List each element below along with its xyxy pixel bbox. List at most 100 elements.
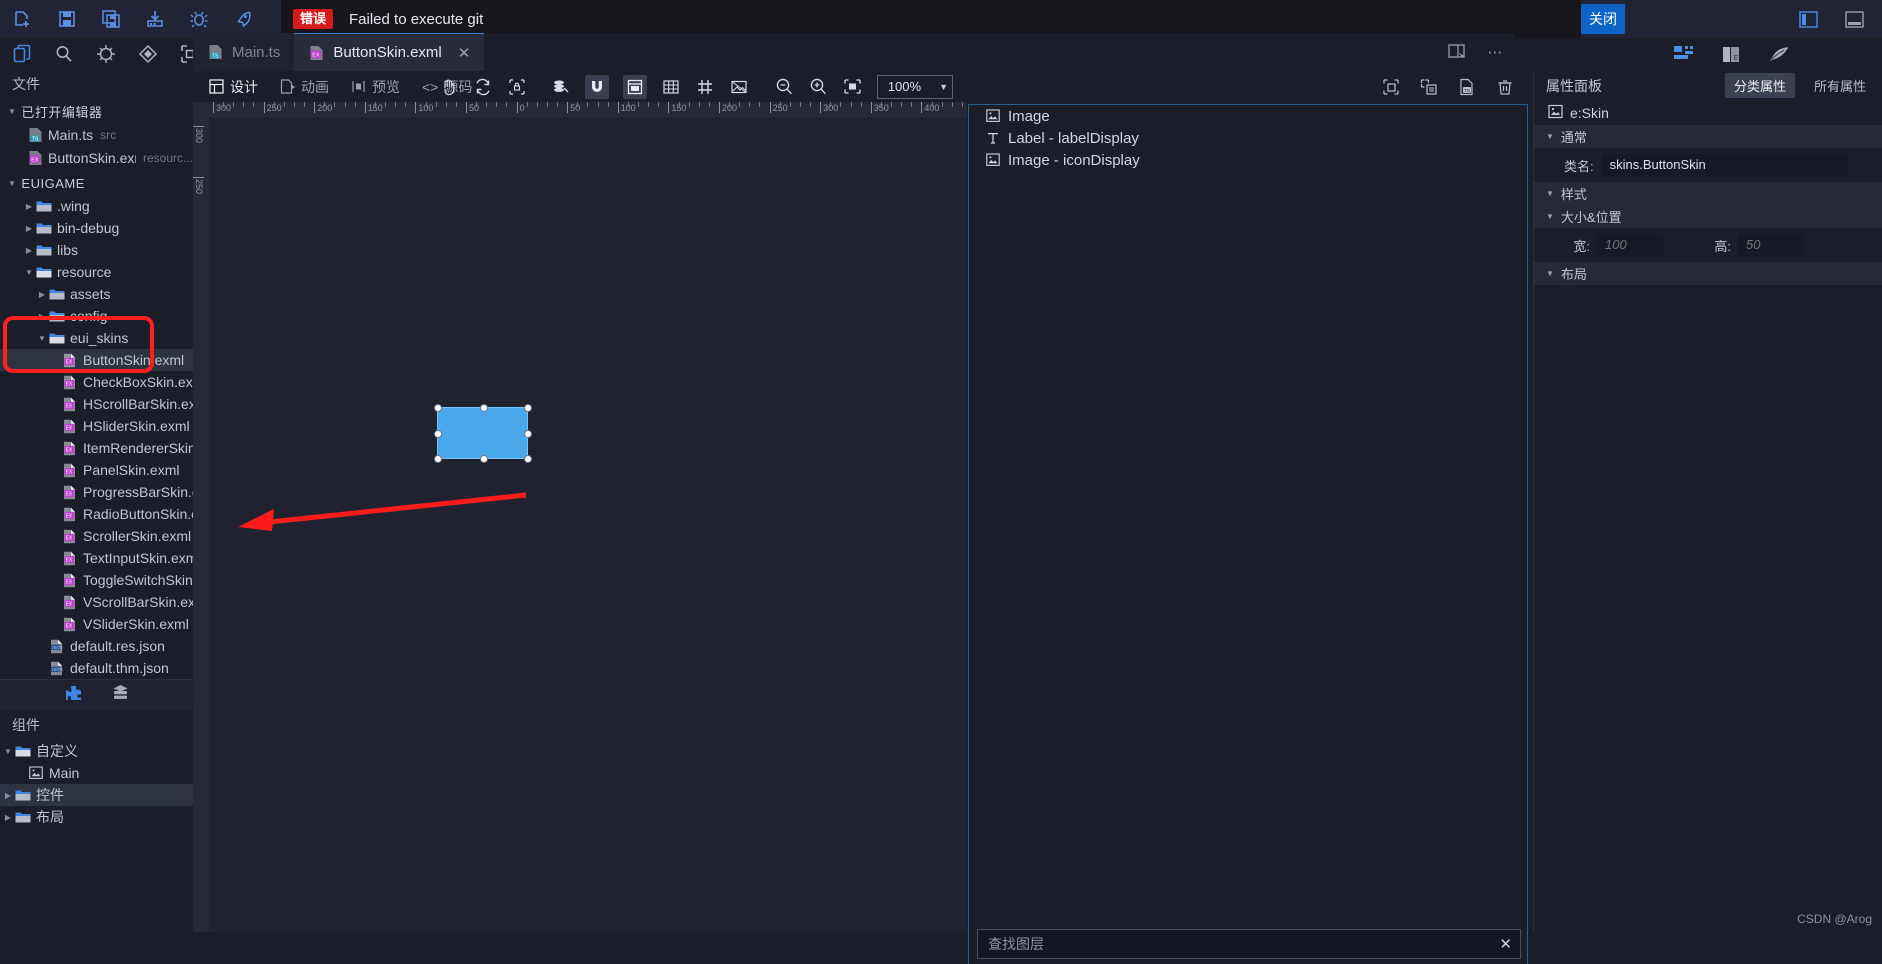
toggle-panel-icon[interactable] bbox=[1796, 9, 1820, 29]
pixel-grid-icon[interactable] bbox=[695, 77, 715, 97]
clear-search-icon[interactable]: ✕ bbox=[1499, 935, 1512, 953]
tree-item-panelskin.exml[interactable]: EX PanelSkin.exml bbox=[0, 459, 193, 481]
tree-item-[interactable]: ▼ 自定义 bbox=[0, 740, 193, 762]
layout-icon[interactable] bbox=[1672, 44, 1694, 66]
zoom-out-icon[interactable] bbox=[775, 77, 795, 97]
resize-handle[interactable] bbox=[434, 404, 442, 412]
refresh-icon[interactable] bbox=[473, 77, 493, 97]
chevron-down-icon[interactable]: ▼ bbox=[23, 268, 35, 277]
publish-icon[interactable] bbox=[144, 8, 166, 30]
align-guide-icon[interactable] bbox=[622, 74, 647, 99]
split-editor-icon[interactable] bbox=[1447, 42, 1467, 62]
chevron-right-icon[interactable]: ▶ bbox=[23, 246, 35, 255]
hand-tool-icon[interactable] bbox=[439, 77, 459, 97]
resize-handle[interactable] bbox=[479, 455, 488, 463]
server-icon[interactable] bbox=[111, 684, 130, 706]
layer-item[interactable]: Label - labelDisplay bbox=[969, 127, 1527, 149]
tree-item-[interactable]: ▶ 布局 bbox=[0, 806, 193, 828]
tree-item-progressbarskin.exml[interactable]: EX ProgressBarSkin.exml bbox=[0, 481, 193, 503]
create-ts-class-icon[interactable]: TS bbox=[1457, 77, 1477, 97]
resize-handle[interactable] bbox=[479, 404, 488, 412]
tree-item-buttonskin.exml[interactable]: EX ButtonSkin.exml bbox=[0, 349, 193, 371]
tab-category-properties[interactable]: 分类属性 bbox=[1724, 73, 1795, 98]
opened-editor-main-ts[interactable]: TS Main.ts src bbox=[0, 123, 193, 146]
source-control-icon[interactable] bbox=[138, 43, 158, 65]
fit-screen-icon[interactable] bbox=[843, 77, 863, 97]
tree-item-vscrollbarskin.exml[interactable]: EX VScrollBarSkin.exml bbox=[0, 591, 193, 613]
tree-item-assets[interactable]: ▶ assets bbox=[0, 283, 193, 305]
section-layout[interactable]: ▼ 布局 bbox=[1534, 262, 1882, 285]
run-icon[interactable] bbox=[232, 8, 254, 30]
project-header[interactable]: ▼ EUIGAME bbox=[0, 171, 193, 195]
section-style[interactable]: ▼ 样式 bbox=[1534, 182, 1882, 205]
tab-main-ts[interactable]: TS Main.ts bbox=[193, 33, 295, 71]
layer-item[interactable]: Image - iconDisplay bbox=[969, 149, 1527, 171]
delete-icon[interactable] bbox=[1495, 77, 1515, 97]
tree-item-bin-debug[interactable]: ▶ bin-debug bbox=[0, 217, 193, 239]
design-stage[interactable] bbox=[209, 118, 967, 932]
search-icon[interactable] bbox=[54, 43, 74, 65]
resize-handle[interactable] bbox=[434, 455, 442, 463]
chevron-down-icon[interactable]: ▼ bbox=[36, 334, 48, 343]
save-all-icon[interactable] bbox=[100, 8, 122, 30]
debug-icon[interactable] bbox=[188, 8, 210, 30]
more-actions-icon[interactable]: ⋯ bbox=[1485, 42, 1505, 62]
tab-all-properties[interactable]: 所有属性 bbox=[1805, 73, 1875, 98]
resize-handle[interactable] bbox=[524, 455, 532, 463]
tree-item-scrollerskin.exml[interactable]: EX ScrollerSkin.exml bbox=[0, 525, 193, 547]
zoom-select[interactable]: 100% ▼ bbox=[876, 74, 953, 99]
zoom-in-icon[interactable] bbox=[809, 77, 829, 97]
chevron-right-icon[interactable]: ▶ bbox=[23, 224, 35, 233]
wing-icon[interactable] bbox=[1768, 44, 1790, 66]
tree-item-config[interactable]: ▶ config bbox=[0, 305, 193, 327]
tree-item-libs[interactable]: ▶ libs bbox=[0, 239, 193, 261]
tree-item-main[interactable]: Main bbox=[0, 762, 193, 784]
chevron-right-icon[interactable]: ▶ bbox=[2, 791, 14, 800]
tree-item-radiobuttonskin.ex...[interactable]: EX RadioButtonSkin.ex... bbox=[0, 503, 193, 525]
tree-item-hsliderskin.exml[interactable]: EX HSliderSkin.exml bbox=[0, 415, 193, 437]
section-size-position[interactable]: ▼ 大小&位置 bbox=[1534, 205, 1882, 228]
opened-editors-header[interactable]: ▼ 已打开编辑器 bbox=[0, 99, 193, 123]
tree-item-.wing[interactable]: ▶ .wing bbox=[0, 195, 193, 217]
tree-item-hscrollbarskin.exml[interactable]: EX HScrollBarSkin.exml bbox=[0, 393, 193, 415]
chevron-right-icon[interactable]: ▶ bbox=[36, 290, 48, 299]
chevron-down-icon[interactable]: ▼ bbox=[2, 747, 14, 756]
resize-handle[interactable] bbox=[434, 430, 442, 438]
resize-handle[interactable] bbox=[524, 404, 532, 412]
explorer-icon[interactable] bbox=[12, 43, 32, 65]
new-file-icon[interactable] bbox=[12, 8, 34, 30]
resize-handle[interactable] bbox=[524, 430, 532, 438]
layer-item[interactable]: Image bbox=[969, 105, 1527, 127]
group-icon[interactable] bbox=[1419, 77, 1439, 97]
mode-animation[interactable]: 动画 bbox=[272, 74, 337, 100]
search-input[interactable] bbox=[986, 935, 1500, 953]
toast-close-button[interactable]: 关闭 bbox=[1581, 4, 1625, 34]
book-icon[interactable]: E bbox=[1720, 44, 1742, 66]
grid-icon[interactable] bbox=[661, 77, 681, 97]
height-input[interactable] bbox=[1738, 234, 1804, 256]
tab-buttonskin-exml[interactable]: EX ButtonSkin.exml ✕ bbox=[294, 33, 485, 71]
puzzle-icon[interactable] bbox=[64, 684, 83, 706]
tree-item-textinputskin.exml[interactable]: EX TextInputSkin.exml bbox=[0, 547, 193, 569]
chevron-right-icon[interactable]: ▶ bbox=[23, 202, 35, 211]
tree-item-default.res.json[interactable]: JSON default.res.json bbox=[0, 635, 193, 657]
layers-stack-icon[interactable] bbox=[551, 77, 571, 97]
opened-editor-buttonskin-exml[interactable]: EX ButtonSkin.exml resourc... bbox=[0, 146, 193, 169]
layer-search[interactable]: ✕ bbox=[977, 929, 1521, 959]
tree-item-itemrendererskin.e...[interactable]: EX ItemRendererSkin.e... bbox=[0, 437, 193, 459]
class-name-input[interactable] bbox=[1601, 154, 1848, 176]
tree-item-[interactable]: ▶ 控件 bbox=[0, 784, 193, 806]
chevron-right-icon[interactable]: ▶ bbox=[2, 813, 14, 822]
tree-item-default.thm.json[interactable]: JSON default.thm.json bbox=[0, 657, 193, 679]
tree-item-checkboxskin.exml[interactable]: EX CheckBoxSkin.exml bbox=[0, 371, 193, 393]
tree-item-vsliderskin.exml[interactable]: EX VSliderSkin.exml bbox=[0, 613, 193, 635]
magnet-snap-icon[interactable] bbox=[584, 74, 609, 99]
tree-item-resource[interactable]: ▼ resource bbox=[0, 261, 193, 283]
toggle-bottom-panel-icon[interactable] bbox=[1842, 9, 1866, 29]
tree-item-toggleswitchskin.ex...[interactable]: EX ToggleSwitchSkin.ex... bbox=[0, 569, 193, 591]
image-overlay-icon[interactable] bbox=[729, 77, 749, 97]
tree-item-eui_skins[interactable]: ▼ eui_skins bbox=[0, 327, 193, 349]
mode-design[interactable]: 设计 bbox=[201, 74, 266, 100]
chevron-right-icon[interactable]: ▶ bbox=[36, 312, 48, 321]
section-general[interactable]: ▼ 通常 bbox=[1534, 125, 1882, 148]
